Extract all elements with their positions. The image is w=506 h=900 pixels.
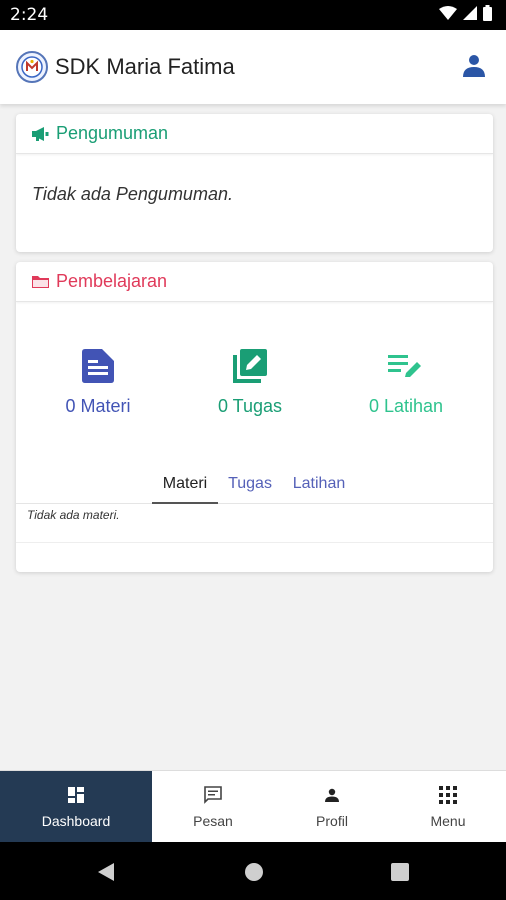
- bottom-nav: Dashboard Pesan Profil Menu: [0, 770, 506, 843]
- nav-item-pesan[interactable]: Pesan: [152, 771, 274, 843]
- app-bar: SDK Maria Fatima: [0, 30, 506, 104]
- nav-label-profil: Profil: [316, 813, 348, 829]
- stat-materi-label: 0 Materi: [65, 396, 131, 416]
- stat-tugas[interactable]: 0 Tugas: [170, 348, 330, 417]
- stat-tugas-label: 0 Tugas: [217, 396, 283, 416]
- nav-label-menu: Menu: [430, 813, 466, 829]
- learning-stats: 0 Materi 0 Tugas 0 Latihan: [16, 348, 493, 428]
- materi-empty-text: Tidak ada materi.: [27, 508, 120, 522]
- announcement-card: Pengumuman Tidak ada Pengumuman.: [16, 114, 493, 252]
- announcement-title: Pengumuman: [56, 123, 169, 143]
- account-button[interactable]: [458, 51, 490, 83]
- nav-item-dashboard[interactable]: Dashboard: [0, 771, 152, 843]
- learning-card: Pembelajaran 0 Materi 0 Tugas 0 Latihan …: [16, 262, 493, 572]
- divider: [16, 542, 493, 543]
- account-icon: [462, 53, 486, 82]
- nav-item-profil[interactable]: Profil: [274, 771, 390, 843]
- home-icon[interactable]: [243, 861, 265, 883]
- recents-icon[interactable]: [389, 861, 411, 883]
- dashboard-icon: [68, 785, 84, 805]
- megaphone-icon: [32, 126, 49, 141]
- status-icons: [439, 4, 492, 26]
- folder-icon: [32, 275, 49, 288]
- stat-materi[interactable]: 0 Materi: [18, 348, 178, 417]
- document-icon: [18, 348, 178, 384]
- learning-tabs: Materi Tugas Latihan: [16, 466, 493, 504]
- back-icon[interactable]: [95, 861, 117, 883]
- app-title: SDK Maria Fatima: [55, 54, 235, 79]
- system-nav-bar: [0, 842, 506, 900]
- battery-icon: [483, 4, 492, 26]
- tab-materi[interactable]: Materi: [152, 466, 218, 504]
- learning-title: Pembelajaran: [56, 271, 168, 291]
- nav-label-pesan: Pesan: [193, 813, 233, 829]
- signal-icon: [463, 5, 477, 25]
- list-edit-icon: [326, 348, 486, 384]
- stat-latihan-label: 0 Latihan: [368, 396, 444, 416]
- announcement-header: Pengumuman: [16, 114, 493, 154]
- stat-latihan[interactable]: 0 Latihan: [326, 348, 486, 417]
- nav-label-dashboard: Dashboard: [41, 813, 111, 829]
- tab-latihan[interactable]: Latihan: [286, 466, 352, 504]
- school-logo: [16, 51, 48, 83]
- status-time: 2:24: [10, 5, 49, 25]
- person-icon: [325, 785, 339, 805]
- announcement-empty-text: Tidak ada Pengumuman.: [32, 184, 233, 204]
- message-icon: [204, 785, 222, 805]
- nav-item-menu[interactable]: Menu: [390, 771, 506, 843]
- wifi-icon: [439, 5, 457, 25]
- grid-icon: [439, 785, 457, 805]
- learning-header: Pembelajaran: [16, 262, 493, 302]
- status-bar: 2:24: [0, 0, 506, 30]
- tab-tugas[interactable]: Tugas: [224, 466, 276, 504]
- edit-box-icon: [170, 348, 330, 384]
